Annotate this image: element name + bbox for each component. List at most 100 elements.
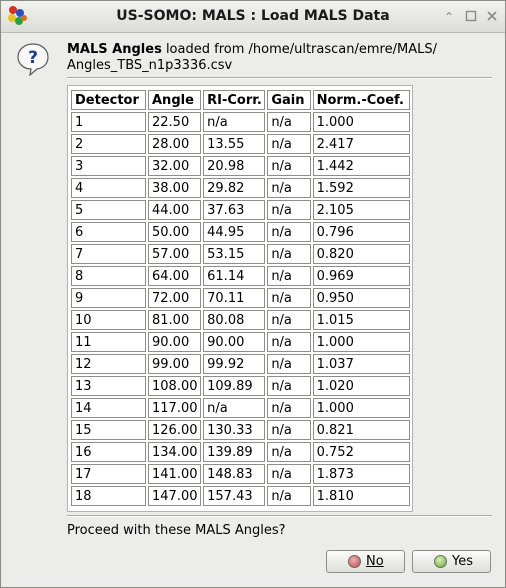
- table-cell[interactable]: 1.592: [312, 178, 410, 198]
- table-cell[interactable]: 99.00: [148, 354, 202, 374]
- table-cell[interactable]: 1: [71, 112, 146, 132]
- table-cell[interactable]: 13: [71, 376, 146, 396]
- table-cell[interactable]: 1.037: [312, 354, 410, 374]
- table-cell[interactable]: 157.43: [203, 486, 266, 506]
- table-cell[interactable]: n/a: [267, 398, 311, 418]
- table-cell[interactable]: 22.50: [148, 112, 202, 132]
- table-cell[interactable]: 9: [71, 288, 146, 308]
- table-cell[interactable]: 7: [71, 244, 146, 264]
- table-cell[interactable]: 13.55: [203, 134, 266, 154]
- table-row[interactable]: 6 50.00 44.95 n/a 0.796: [71, 222, 410, 242]
- table-cell[interactable]: 139.89: [203, 442, 266, 462]
- table-cell[interactable]: 134.00: [148, 442, 202, 462]
- table-cell[interactable]: 18: [71, 486, 146, 506]
- table-cell[interactable]: n/a: [267, 288, 311, 308]
- table-cell[interactable]: 1.000: [312, 112, 410, 132]
- table-cell[interactable]: 81.00: [148, 310, 202, 330]
- table-cell[interactable]: 2.417: [312, 134, 410, 154]
- table-cell[interactable]: n/a: [267, 200, 311, 220]
- table-cell[interactable]: n/a: [267, 244, 311, 264]
- table-cell[interactable]: 147.00: [148, 486, 202, 506]
- table-cell[interactable]: 2.105: [312, 200, 410, 220]
- table-cell[interactable]: 90.00: [203, 332, 266, 352]
- table-cell[interactable]: 50.00: [148, 222, 202, 242]
- table-cell[interactable]: 44.00: [148, 200, 202, 220]
- no-button[interactable]: No: [326, 550, 405, 573]
- table-cell[interactable]: n/a: [267, 354, 311, 374]
- table-cell[interactable]: 32.00: [148, 156, 202, 176]
- table-cell[interactable]: 126.00: [148, 420, 202, 440]
- table-cell[interactable]: 6: [71, 222, 146, 242]
- table-cell[interactable]: n/a: [267, 376, 311, 396]
- table-cell[interactable]: n/a: [267, 222, 311, 242]
- table-cell[interactable]: n/a: [267, 178, 311, 198]
- table-row[interactable]: 11 90.00 90.00 n/a 1.000: [71, 332, 410, 352]
- table-cell[interactable]: 61.14: [203, 266, 266, 286]
- table-cell[interactable]: n/a: [203, 398, 266, 418]
- table-cell[interactable]: 0.752: [312, 442, 410, 462]
- table-cell[interactable]: 44.95: [203, 222, 266, 242]
- table-row[interactable]: 9 72.00 70.11 n/a 0.950: [71, 288, 410, 308]
- table-row[interactable]: 1 22.50 n/a n/a 1.000: [71, 112, 410, 132]
- table-cell[interactable]: 0.969: [312, 266, 410, 286]
- table-cell[interactable]: 15: [71, 420, 146, 440]
- table-cell[interactable]: 38.00: [148, 178, 202, 198]
- table-cell[interactable]: 12: [71, 354, 146, 374]
- table-row[interactable]: 2 28.00 13.55 n/a 2.417: [71, 134, 410, 154]
- table-cell[interactable]: 10: [71, 310, 146, 330]
- maximize-icon[interactable]: [464, 10, 478, 24]
- table-cell[interactable]: 57.00: [148, 244, 202, 264]
- table-cell[interactable]: 11: [71, 332, 146, 352]
- table-cell[interactable]: 16: [71, 442, 146, 462]
- table-cell[interactable]: 117.00: [148, 398, 202, 418]
- table-row[interactable]: 13 108.00 109.89 n/a 1.020: [71, 376, 410, 396]
- table-row[interactable]: 17 141.00 148.83 n/a 1.873: [71, 464, 410, 484]
- table-row[interactable]: 5 44.00 37.63 n/a 2.105: [71, 200, 410, 220]
- table-row[interactable]: 7 57.00 53.15 n/a 0.820: [71, 244, 410, 264]
- table-cell[interactable]: 72.00: [148, 288, 202, 308]
- table-cell[interactable]: n/a: [267, 442, 311, 462]
- table-cell[interactable]: 0.820: [312, 244, 410, 264]
- table-row[interactable]: 14 117.00 n/a n/a 1.000: [71, 398, 410, 418]
- table-cell[interactable]: n/a: [267, 420, 311, 440]
- table-cell[interactable]: 1.000: [312, 398, 410, 418]
- table-cell[interactable]: n/a: [267, 134, 311, 154]
- table-row[interactable]: 18 147.00 157.43 n/a 1.810: [71, 486, 410, 506]
- table-cell[interactable]: 109.89: [203, 376, 266, 396]
- table-cell[interactable]: 20.98: [203, 156, 266, 176]
- table-cell[interactable]: n/a: [267, 464, 311, 484]
- title-bar[interactable]: US-SOMO: MALS : Load MALS Data ⌃: [1, 1, 505, 33]
- table-cell[interactable]: 64.00: [148, 266, 202, 286]
- shade-icon[interactable]: ⌃: [442, 10, 456, 24]
- table-cell[interactable]: 90.00: [148, 332, 202, 352]
- close-icon[interactable]: [485, 10, 499, 24]
- table-cell[interactable]: n/a: [267, 332, 311, 352]
- table-cell[interactable]: 8: [71, 266, 146, 286]
- table-cell[interactable]: 1.000: [312, 332, 410, 352]
- table-cell[interactable]: n/a: [267, 310, 311, 330]
- table-row[interactable]: 12 99.00 99.92 n/a 1.037: [71, 354, 410, 374]
- table-cell[interactable]: 70.11: [203, 288, 266, 308]
- table-cell[interactable]: 141.00: [148, 464, 202, 484]
- table-row[interactable]: 3 32.00 20.98 n/a 1.442: [71, 156, 410, 176]
- table-row[interactable]: 4 38.00 29.82 n/a 1.592: [71, 178, 410, 198]
- table-row[interactable]: 15 126.00 130.33 n/a 0.821: [71, 420, 410, 440]
- table-cell[interactable]: 1.442: [312, 156, 410, 176]
- table-cell[interactable]: 0.796: [312, 222, 410, 242]
- table-cell[interactable]: 1.810: [312, 486, 410, 506]
- table-cell[interactable]: n/a: [203, 112, 266, 132]
- table-cell[interactable]: 1.015: [312, 310, 410, 330]
- table-row[interactable]: 10 81.00 80.08 n/a 1.015: [71, 310, 410, 330]
- table-cell[interactable]: 2: [71, 134, 146, 154]
- table-cell[interactable]: 29.82: [203, 178, 266, 198]
- table-cell[interactable]: 130.33: [203, 420, 266, 440]
- table-cell[interactable]: 108.00: [148, 376, 202, 396]
- table-cell[interactable]: 3: [71, 156, 146, 176]
- table-cell[interactable]: n/a: [267, 112, 311, 132]
- table-cell[interactable]: 37.63: [203, 200, 266, 220]
- table-cell[interactable]: 5: [71, 200, 146, 220]
- table-cell[interactable]: 99.92: [203, 354, 266, 374]
- table-cell[interactable]: 4: [71, 178, 146, 198]
- yes-button[interactable]: Yes: [412, 550, 491, 573]
- mals-angles-table-frame[interactable]: Detector Angle RI-Corr. Gain Norm.-Coef. 1 22…: [67, 85, 413, 512]
